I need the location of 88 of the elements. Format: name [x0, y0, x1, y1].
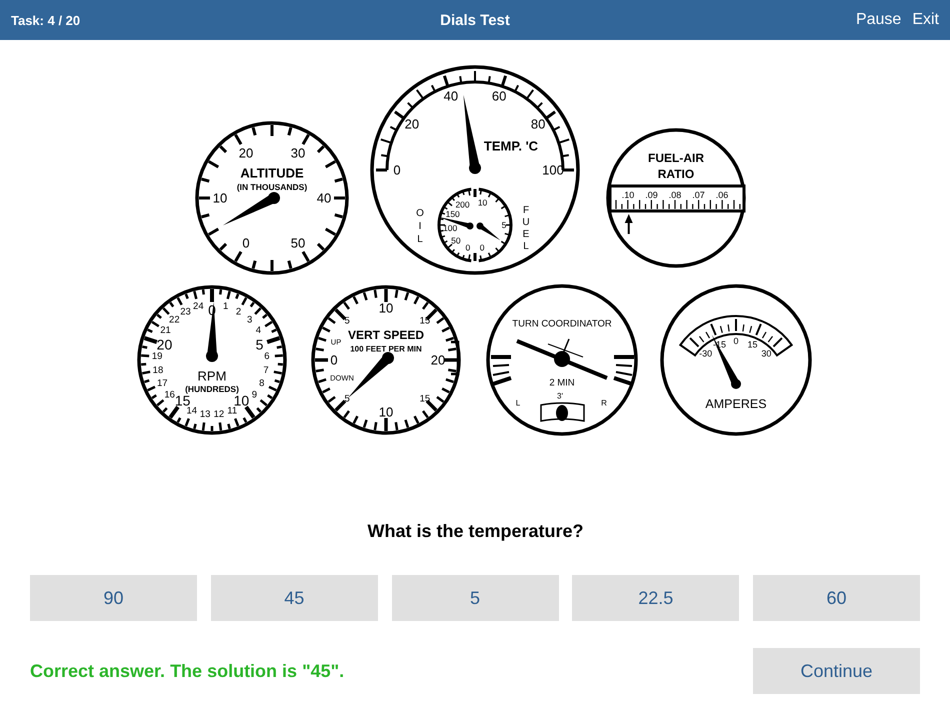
- dial-label: 16: [164, 390, 175, 401]
- needle: [476, 222, 500, 240]
- dial-title: FUEL-AIR: [648, 151, 704, 165]
- dial-label: 18: [152, 364, 164, 376]
- dial-label: 100: [443, 222, 458, 233]
- dial-label: 10: [234, 392, 250, 408]
- dial-label: 7: [263, 364, 269, 376]
- dial-label: 0: [465, 242, 470, 252]
- dial-label: 23: [180, 306, 191, 318]
- dial-label: 50: [451, 235, 461, 246]
- dial-label: FUEL: [522, 205, 530, 252]
- answer-button[interactable]: 22.5: [572, 575, 740, 621]
- dial-title: TEMP. 'C: [484, 138, 538, 154]
- answer-button[interactable]: 60: [753, 575, 920, 621]
- dial-label: .06: [716, 190, 728, 200]
- needle: [438, 216, 474, 230]
- dial-label: 14: [186, 406, 198, 417]
- dial-title: ALTITUDE: [240, 166, 304, 180]
- continue-button[interactable]: Continue: [753, 648, 920, 694]
- dial-label: 0: [393, 162, 401, 178]
- dial-label: 30: [761, 348, 772, 359]
- dial-label: 24: [193, 301, 204, 312]
- dial-label: 2: [236, 306, 242, 318]
- dial-label: 2 MIN: [549, 378, 575, 388]
- dial-label: 0: [480, 242, 485, 252]
- dial-title: VERT SPEED: [348, 328, 424, 342]
- dial-label: R: [601, 398, 607, 408]
- feedback-message: Correct answer. The solution is "45".: [30, 660, 344, 682]
- dial-title: AMPERES: [705, 397, 767, 411]
- dial-label: 5: [502, 220, 506, 230]
- task-counter: Task: 4 / 20: [11, 12, 80, 28]
- dial-label: 8: [259, 378, 264, 389]
- dial-label: 3': [557, 392, 563, 400]
- dial-label: 1: [223, 301, 228, 312]
- dial-label: 40: [444, 88, 458, 104]
- dial-title: RPM: [198, 368, 226, 384]
- dial-label: 5: [344, 393, 350, 404]
- dial-label: 20: [404, 116, 420, 132]
- dial-label: 40: [316, 190, 332, 206]
- window-title: Dials Test: [440, 12, 510, 28]
- dial-label: 0: [242, 236, 250, 251]
- dial-label: 10: [378, 300, 394, 316]
- dial-label: 4: [256, 325, 262, 336]
- dial-label: 10: [212, 190, 228, 206]
- dial-label: 6: [264, 351, 270, 362]
- dial-title: TURN COORDINATOR: [512, 318, 612, 330]
- dial-label: 10: [378, 404, 394, 420]
- dial-label: 20: [430, 352, 446, 368]
- dial-label: 30: [290, 145, 306, 160]
- dial-label: 0: [734, 336, 738, 346]
- dial-label: 150: [446, 209, 460, 220]
- dial-label: 13: [200, 409, 210, 420]
- dial-subtitle: RATIO: [658, 167, 694, 181]
- answer-button[interactable]: 45: [210, 575, 378, 621]
- dial-label: 19: [152, 351, 162, 362]
- dial-label: 20: [156, 336, 172, 353]
- dial-label: 10: [478, 198, 488, 208]
- dial-label: 60: [492, 88, 506, 104]
- dial-label: 9: [252, 390, 258, 401]
- dial-label: 21: [160, 325, 171, 336]
- dial-label: .10: [622, 190, 634, 200]
- dial-label: 17: [156, 378, 168, 389]
- dial-label: 50: [290, 236, 306, 251]
- header-link[interactable]: Exit: [912, 11, 939, 29]
- dial-label: 80: [530, 116, 546, 132]
- dial-label: 15: [747, 339, 758, 350]
- question-text: What is the temperature?: [368, 520, 582, 542]
- dial-label: .09: [645, 190, 658, 200]
- dial-label: .07: [692, 190, 705, 200]
- dial-label: -30: [699, 348, 712, 359]
- dial-label: 20: [238, 145, 254, 160]
- dial-label: 12: [214, 409, 224, 420]
- answer-button[interactable]: 5: [392, 575, 558, 621]
- dial-subtitle: (IN THOUSANDS): [236, 182, 308, 192]
- answer-button[interactable]: 90: [30, 575, 197, 621]
- dial-label: OIL: [416, 208, 424, 245]
- dial-label: 22: [169, 314, 180, 326]
- dial-subtitle: (HUNDREDS): [185, 384, 239, 394]
- dial-label: 11: [227, 406, 238, 417]
- dial-subtitle: 100 FEET PER MIN: [350, 344, 422, 354]
- needle: [712, 334, 741, 389]
- dial-label: .08: [668, 190, 682, 200]
- header-link[interactable]: Pause: [856, 11, 902, 29]
- dial-label: 5: [256, 336, 264, 353]
- dial-label: 0: [330, 352, 338, 368]
- dial-label: L: [516, 398, 520, 408]
- dial-label: 3: [247, 314, 252, 326]
- dial-label: 200: [455, 200, 470, 210]
